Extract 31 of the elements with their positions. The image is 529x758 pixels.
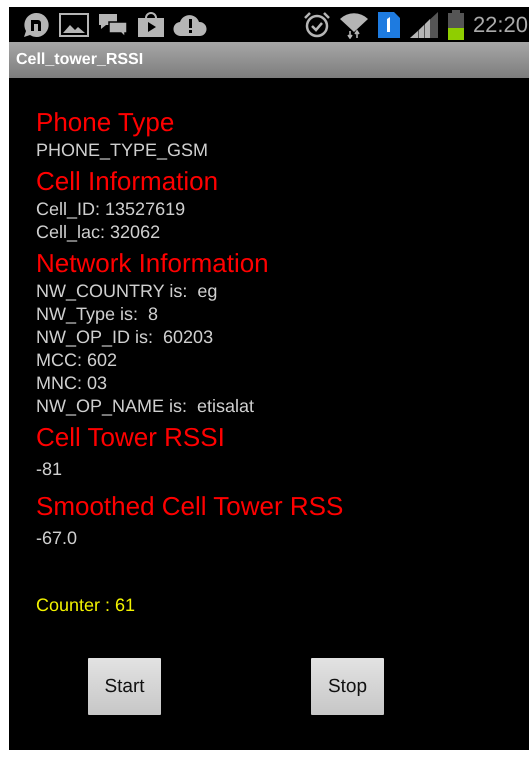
signal-icon (408, 10, 439, 38)
info-text: Cell_ID: 13527619 (36, 198, 186, 221)
info-text: MNC: 03 (36, 372, 108, 395)
section-heading: Cell Information (36, 165, 220, 198)
section-heading: Smoothed Cell Tower RSS (36, 490, 344, 523)
counter-text: Counter : 61 (36, 595, 136, 616)
section-heading: Cell Tower RSSI (36, 421, 226, 454)
info-text: Cell_lac: 32062 (36, 221, 162, 244)
section-heading: Phone Type (36, 106, 176, 139)
alarm-clock-icon (302, 10, 331, 38)
stop-button[interactable]: Stop (311, 658, 384, 715)
info-text: -67.0 (36, 527, 78, 550)
info-text: PHONE_TYPE_GSM (36, 139, 210, 162)
image-icon (59, 12, 89, 36)
wifi-icon (338, 10, 369, 38)
clock-time: 22:20 (472, 12, 528, 38)
chat-icon (97, 12, 129, 38)
store-icon (137, 12, 165, 38)
info-text: MCC: 602 (36, 349, 118, 372)
info-text: -81 (36, 458, 64, 481)
info-text: NW_OP_NAME is: etisalat (36, 395, 256, 418)
info-text: NW_COUNTRY is: eg (36, 280, 218, 303)
sim-card-icon (376, 10, 401, 38)
section-heading: Network Information (36, 247, 270, 280)
start-button[interactable]: Start (88, 658, 161, 715)
app-title: Cell_tower_RSSI (16, 51, 144, 69)
battery-icon (446, 10, 465, 40)
cloud-alert-icon (173, 12, 207, 36)
info-text: NW_Type is: 8 (36, 303, 160, 326)
info-text: NW_OP_ID is: 60203 (36, 326, 214, 349)
notification-icon (21, 12, 51, 38)
